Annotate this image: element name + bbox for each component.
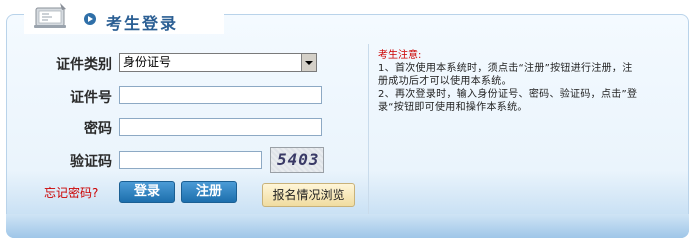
monitor-icon xyxy=(34,3,66,28)
arrow-circle-icon xyxy=(84,13,96,25)
password-input[interactable] xyxy=(119,118,322,136)
captcha-image[interactable]: 5403 xyxy=(270,147,324,173)
captcha-label: 验证码 xyxy=(70,154,112,170)
id-type-selected-value: 身份证号 xyxy=(123,55,172,69)
captcha-input[interactable] xyxy=(119,151,262,169)
id-number-label: 证件号 xyxy=(70,90,112,106)
login-button[interactable]: 登录 xyxy=(119,181,175,203)
forgot-password-link[interactable]: 忘记密码? xyxy=(44,184,98,201)
notice-line: 录“按钮即可使用和操作本系统。 xyxy=(378,102,528,113)
password-label: 密码 xyxy=(84,121,112,137)
captcha-image-text: 5403 xyxy=(277,150,320,169)
register-button[interactable]: 注册 xyxy=(181,181,237,203)
panel-bottom-strip xyxy=(6,214,689,238)
chevron-down-icon[interactable] xyxy=(301,54,316,71)
id-number-input[interactable] xyxy=(119,86,322,104)
panel-divider xyxy=(368,44,369,214)
browse-status-button[interactable]: 报名情况浏览 xyxy=(262,183,355,207)
id-type-label: 证件类别 xyxy=(56,57,112,73)
id-type-select[interactable]: 身份证号 xyxy=(119,53,317,72)
page-title: 考生登录 xyxy=(106,14,179,33)
